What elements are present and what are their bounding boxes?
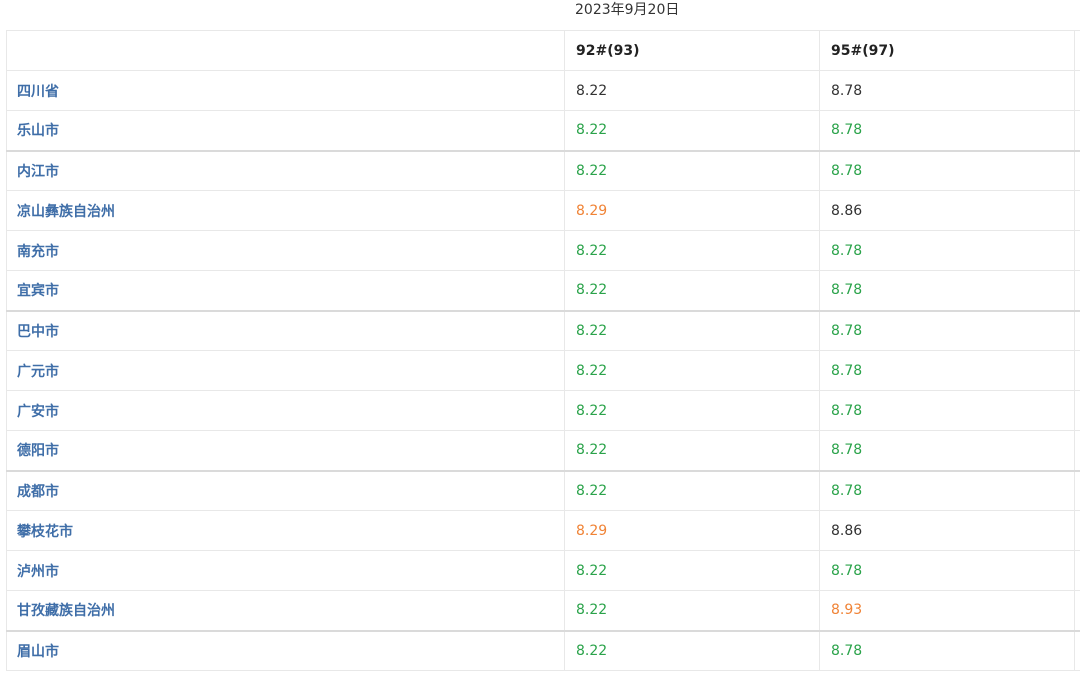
price-95-cell: 8.78 [819, 430, 1075, 471]
table-row: 四川省 8.22 8.78 [6, 70, 1080, 111]
price-92-cell: 8.22 [564, 629, 820, 671]
region-link[interactable]: 乐山市 [6, 110, 565, 151]
table-header-row: 92#(93) 95#(97) [6, 30, 1080, 71]
truncated-column-cell [1074, 390, 1080, 431]
price-92-cell: 8.22 [564, 350, 820, 391]
table-row: 广安市 8.22 8.78 [6, 390, 1080, 431]
region-link[interactable]: 泸州市 [6, 550, 565, 591]
truncated-column-cell [1074, 230, 1080, 271]
region-link[interactable]: 成都市 [6, 469, 565, 511]
table-row: 眉山市 8.22 8.78 [6, 629, 1080, 671]
table-row: 泸州市 8.22 8.78 [6, 550, 1080, 591]
truncated-column-cell [1074, 190, 1080, 231]
truncated-column-cell [1074, 430, 1080, 471]
region-link[interactable]: 甘孜藏族自治州 [6, 590, 565, 631]
date-label: 2023年9月20日 [575, 2, 680, 18]
price-95-cell: 8.93 [819, 590, 1075, 631]
table-row: 宜宾市 8.22 8.78 [6, 270, 1080, 311]
price-92-cell: 8.22 [564, 390, 820, 431]
truncated-column-cell [1074, 350, 1080, 391]
table-row: 甘孜藏族自治州 8.22 8.93 [6, 590, 1080, 631]
price-95-cell: 8.78 [819, 469, 1075, 511]
region-link[interactable]: 巴中市 [6, 309, 565, 351]
table-row: 巴中市 8.22 8.78 [6, 309, 1080, 351]
price-95-cell: 8.78 [819, 350, 1075, 391]
truncated-column-cell [1074, 469, 1080, 511]
price-95-cell: 8.78 [819, 230, 1075, 271]
truncated-column-cell [1074, 70, 1080, 111]
region-link[interactable]: 攀枝花市 [6, 510, 565, 551]
table-body: 四川省 8.22 8.78 乐山市 8.22 8.78 内江市 8.22 8.78 凉山彝族自治州… [6, 70, 1080, 671]
fuel-price-table-container: 92#(93) 95#(97) 四川省 8.22 8.78 乐山市 8.22 8.78 内江… [6, 30, 1080, 671]
region-link[interactable]: 广元市 [6, 350, 565, 391]
price-95-cell: 8.78 [819, 70, 1075, 111]
price-92-cell: 8.29 [564, 190, 820, 231]
price-92-cell: 8.22 [564, 309, 820, 351]
table-row: 成都市 8.22 8.78 [6, 469, 1080, 511]
truncated-column-cell [1074, 629, 1080, 671]
truncated-column-cell [1074, 110, 1080, 151]
truncated-column-cell [1074, 550, 1080, 591]
region-link[interactable]: 南充市 [6, 230, 565, 271]
price-95-cell: 8.78 [819, 550, 1075, 591]
price-92-cell: 8.22 [564, 270, 820, 311]
table-row: 攀枝花市 8.29 8.86 [6, 510, 1080, 551]
table-row: 德阳市 8.22 8.78 [6, 430, 1080, 471]
region-link[interactable]: 广安市 [6, 390, 565, 431]
truncated-column-cell [1074, 510, 1080, 551]
price-95-cell: 8.86 [819, 510, 1075, 551]
column-header-95: 95#(97) [819, 30, 1075, 71]
column-header-92: 92#(93) [564, 30, 820, 71]
table-row: 内江市 8.22 8.78 [6, 149, 1080, 191]
table-row: 凉山彝族自治州 8.29 8.86 [6, 190, 1080, 231]
price-95-cell: 8.78 [819, 270, 1075, 311]
price-95-cell: 8.86 [819, 190, 1075, 231]
price-92-cell: 8.22 [564, 430, 820, 471]
truncated-column-cell [1074, 149, 1080, 191]
price-92-cell: 8.22 [564, 149, 820, 191]
price-92-cell: 8.22 [564, 110, 820, 151]
region-link[interactable]: 德阳市 [6, 430, 565, 471]
price-95-cell: 8.78 [819, 149, 1075, 191]
truncated-column-cell [1074, 270, 1080, 311]
price-92-cell: 8.22 [564, 469, 820, 511]
price-95-cell: 8.78 [819, 309, 1075, 351]
region-link[interactable]: 宜宾市 [6, 270, 565, 311]
fuel-price-table: 92#(93) 95#(97) 四川省 8.22 8.78 乐山市 8.22 8.78 内江… [6, 30, 1080, 671]
region-link[interactable]: 四川省 [6, 70, 565, 111]
region-link[interactable]: 凉山彝族自治州 [6, 190, 565, 231]
date-header: 2023年9月20日 [0, 0, 1080, 30]
table-row: 南充市 8.22 8.78 [6, 230, 1080, 271]
price-92-cell: 8.22 [564, 550, 820, 591]
price-92-cell: 8.22 [564, 70, 820, 111]
price-95-cell: 8.78 [819, 110, 1075, 151]
truncated-column-cell [1074, 309, 1080, 351]
table-row: 广元市 8.22 8.78 [6, 350, 1080, 391]
truncated-column-cell [1074, 590, 1080, 631]
price-95-cell: 8.78 [819, 390, 1075, 431]
price-92-cell: 8.22 [564, 590, 820, 631]
price-92-cell: 8.29 [564, 510, 820, 551]
price-95-cell: 8.78 [819, 629, 1075, 671]
region-link[interactable]: 眉山市 [6, 629, 565, 671]
table-row: 乐山市 8.22 8.78 [6, 110, 1080, 151]
price-92-cell: 8.22 [564, 230, 820, 271]
region-link[interactable]: 内江市 [6, 149, 565, 191]
column-header-region [6, 30, 565, 71]
column-header-extra [1074, 30, 1080, 71]
